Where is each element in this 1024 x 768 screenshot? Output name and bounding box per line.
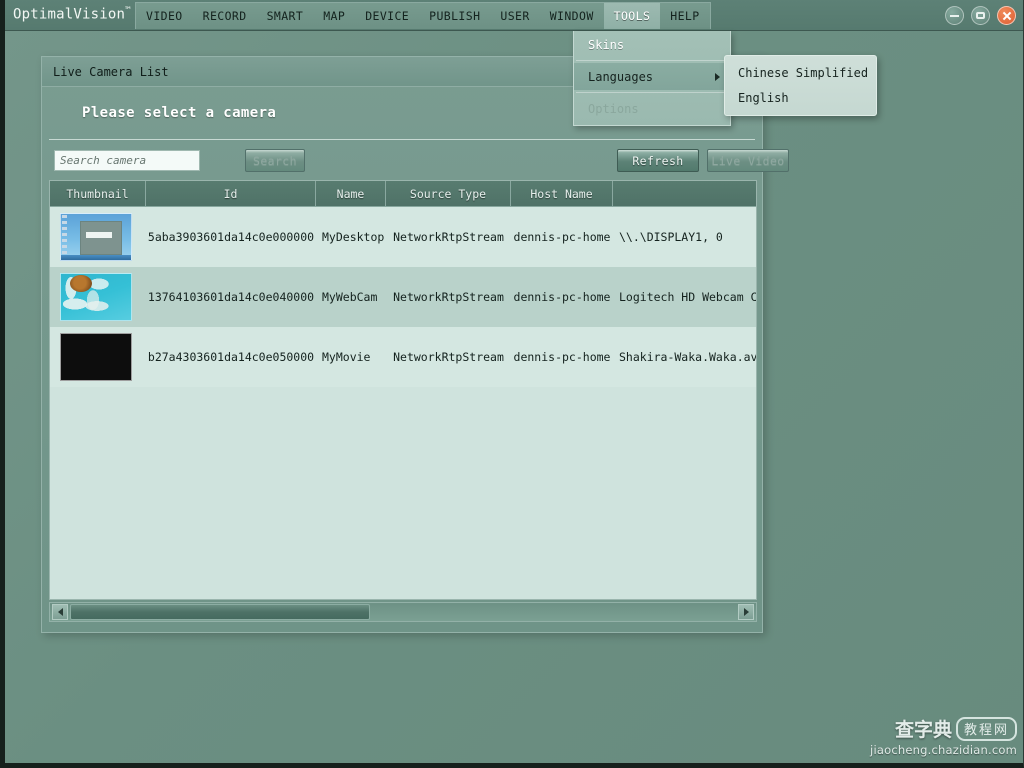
- watermark-url: jiaocheng.chazidian.com: [870, 743, 1017, 757]
- table-cell-host-name: dennis-pc-home: [513, 290, 611, 304]
- table-row[interactable]: 5aba3903601da14c0e000000 MyDesktop Netwo…: [50, 207, 756, 267]
- table-cell-thumbnail: [50, 207, 146, 267]
- menu-option-skins-label: Skins: [588, 37, 625, 52]
- table-cell-host-name: dennis-pc-home: [513, 350, 611, 364]
- table-cell-thumbnail: [50, 267, 146, 327]
- submenu-option-chinese-simplified-label: Chinese Simplified: [738, 65, 869, 80]
- table-cell-name: MyDesktop: [322, 230, 385, 244]
- menu-item-window[interactable]: WINDOW: [540, 3, 604, 29]
- menu-option-options-label: Options: [588, 101, 639, 116]
- black-video-thumbnail: [60, 333, 132, 381]
- tools-dropdown-menu: Skins Languages Options: [573, 31, 731, 126]
- menu-item-record[interactable]: RECORD: [193, 3, 257, 29]
- column-header-name[interactable]: Name: [316, 181, 386, 206]
- column-header-host-name[interactable]: Host Name: [511, 181, 613, 206]
- live-camera-list-panel: Live Camera List Please select a camera …: [41, 56, 789, 633]
- table-cell-extra: Shakira-Waka.Waka.avi,: [619, 350, 756, 364]
- scrollbar-thumb[interactable]: [70, 604, 370, 620]
- refresh-button[interactable]: Refresh: [617, 149, 699, 172]
- menu-item-video[interactable]: VIDEO: [136, 3, 193, 29]
- desktop-screenshot-thumbnail: [60, 213, 132, 261]
- close-icon[interactable]: [997, 6, 1016, 25]
- scroll-left-arrow-icon[interactable]: [52, 604, 68, 620]
- menu-divider: [576, 60, 728, 61]
- table-cell-name: MyMovie: [322, 350, 371, 364]
- table-cell-source-type: NetworkRtpStream: [393, 290, 504, 304]
- menu-item-smart[interactable]: SMART: [257, 3, 314, 29]
- menu-option-skins[interactable]: Skins: [574, 31, 730, 58]
- watermark-logo: 查字典 教程网: [870, 715, 1017, 742]
- table-row[interactable]: 13764103601da14c0e040000 MyWebCam Networ…: [50, 267, 756, 327]
- submenu-option-english[interactable]: English: [725, 85, 876, 110]
- watermark-badge: 教程网: [955, 716, 1017, 741]
- column-header-thumbnail[interactable]: Thumbnail: [50, 181, 146, 206]
- table-cell-host-name: dennis-pc-home: [513, 230, 611, 244]
- search-button[interactable]: Search: [245, 149, 305, 172]
- table-cell-name: MyWebCam: [322, 290, 378, 304]
- menu-bar: VIDEO RECORD SMART MAP DEVICE PUBLISH US…: [135, 2, 711, 29]
- menu-item-map[interactable]: MAP: [313, 3, 355, 29]
- page-title-label: Please select a camera: [82, 105, 277, 121]
- horizontal-scrollbar[interactable]: [49, 602, 757, 622]
- app-brand-name: OptimalVision: [13, 6, 126, 23]
- app-brand: OptimalVision™: [13, 6, 131, 23]
- table-cell-source-type: NetworkRtpStream: [393, 350, 504, 364]
- menu-divider: [576, 92, 728, 93]
- application-window: OptimalVision™ VIDEO RECORD SMART MAP DE…: [0, 0, 1024, 768]
- scrollbar-track[interactable]: [70, 604, 736, 620]
- table-cell-extra: \\.\DISPLAY1, 0: [619, 230, 723, 244]
- watermark-site-name: 查字典: [894, 719, 952, 741]
- live-video-button[interactable]: Live Video: [707, 149, 789, 172]
- panel-title-label: Live Camera List: [53, 64, 169, 79]
- languages-submenu: Chinese Simplified English: [724, 55, 877, 116]
- window-controls: [945, 6, 1016, 25]
- submenu-option-english-label: English: [738, 90, 789, 105]
- table-cell-id: b27a4303601da14c0e050000: [147, 350, 315, 364]
- column-header-source-type[interactable]: Source Type: [386, 181, 511, 206]
- table-cell-id: 5aba3903601da14c0e000000: [147, 230, 315, 244]
- search-button-label: Search: [253, 153, 297, 168]
- refresh-button-label: Refresh: [632, 153, 684, 168]
- table-cell-thumbnail: [50, 327, 146, 387]
- minimize-icon[interactable]: [945, 6, 964, 25]
- live-video-button-label: Live Video: [711, 153, 785, 168]
- menu-option-options: Options: [574, 95, 730, 122]
- search-input[interactable]: [54, 150, 200, 171]
- chevron-right-icon: [715, 72, 720, 81]
- maximize-icon[interactable]: [971, 6, 990, 25]
- table-cell-id: 13764103601da14c0e040000: [147, 290, 315, 304]
- menu-item-device[interactable]: DEVICE: [355, 3, 419, 29]
- desktop-taskbar: [61, 255, 131, 260]
- menu-item-publish[interactable]: PUBLISH: [419, 3, 490, 29]
- column-header-id[interactable]: Id: [146, 181, 316, 206]
- table-cell-extra: Logitech HD Webcam C27: [619, 290, 756, 304]
- menu-item-tools[interactable]: TOOLS: [603, 3, 661, 29]
- table-cell-source-type: NetworkRtpStream: [393, 230, 504, 244]
- table-row[interactable]: b27a4303601da14c0e050000 MyMovie Network…: [50, 327, 756, 387]
- menu-item-user[interactable]: USER: [490, 3, 539, 29]
- menu-option-languages-label: Languages: [588, 69, 654, 84]
- menu-option-languages[interactable]: Languages: [574, 63, 730, 90]
- trademark-symbol: ™: [125, 6, 131, 16]
- watermark: 查字典 教程网 jiaocheng.chazidian.com: [870, 715, 1017, 757]
- desktop-icons-strip: [62, 215, 67, 255]
- scroll-right-arrow-icon[interactable]: [738, 604, 754, 620]
- title-bar: OptimalVision™ VIDEO RECORD SMART MAP DE…: [5, 0, 1023, 31]
- camera-table: Thumbnail Id Name Source Type Host Name …: [49, 180, 757, 600]
- toolbar: Search Refresh Live Video: [42, 140, 789, 182]
- submenu-option-chinese-simplified[interactable]: Chinese Simplified: [725, 60, 876, 85]
- table-header-row: Thumbnail Id Name Source Type Host Name: [50, 181, 756, 207]
- flower-photo-thumbnail: [60, 273, 132, 321]
- menu-item-help[interactable]: HELP: [660, 3, 709, 29]
- column-header-extra[interactable]: [613, 181, 756, 206]
- flower-center: [70, 275, 92, 292]
